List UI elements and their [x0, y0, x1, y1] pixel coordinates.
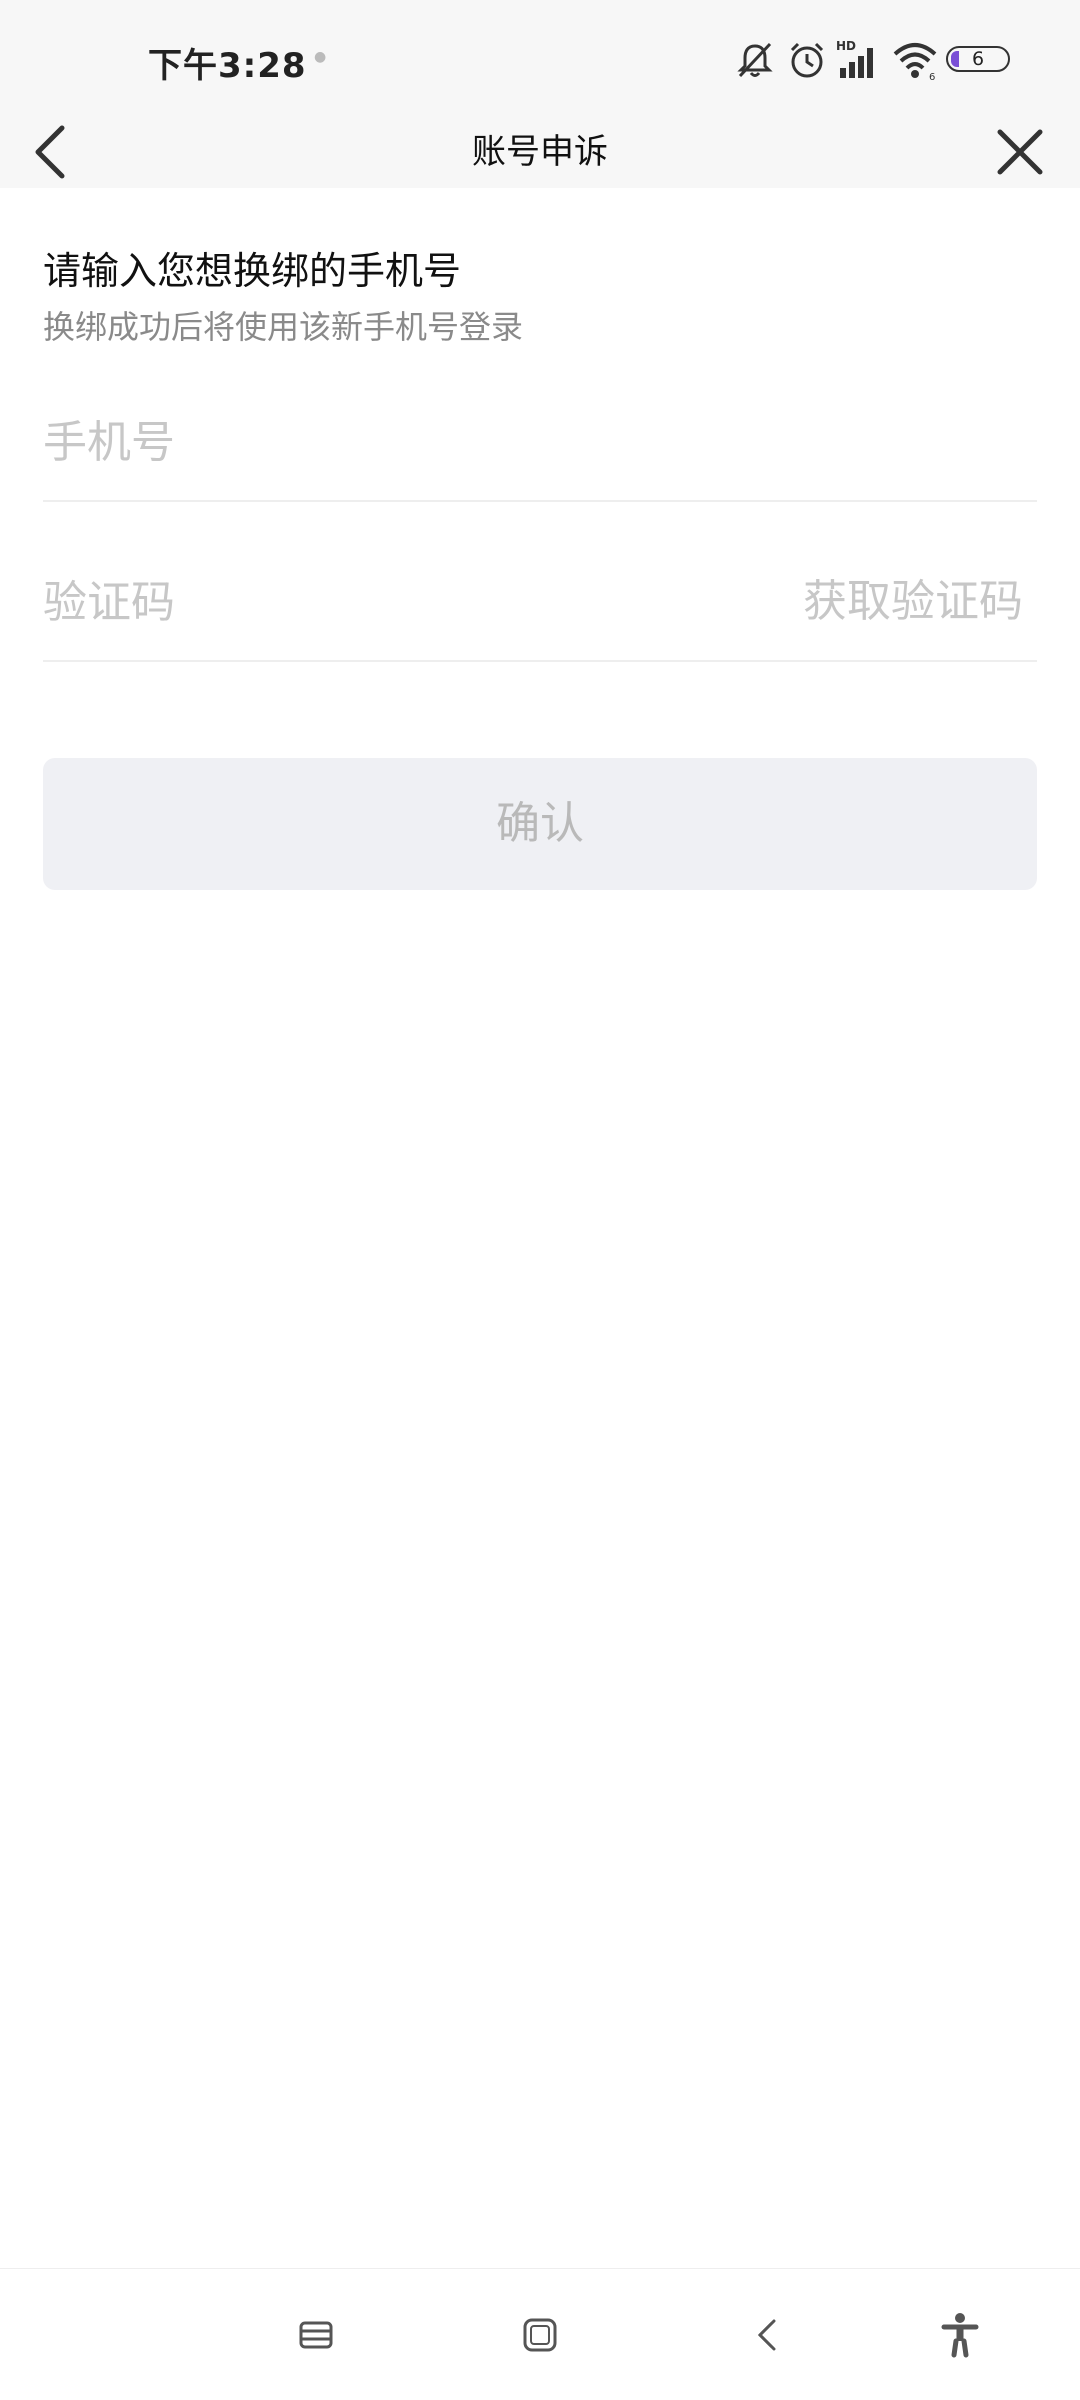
battery-icon: 6 — [946, 46, 1010, 72]
chevron-left-icon — [35, 125, 65, 179]
alarm-icon — [790, 42, 824, 78]
status-bar: 下午3:28 ● HD 6 6 — [0, 0, 1080, 116]
nav-back-button[interactable] — [738, 2305, 798, 2365]
back-button[interactable] — [24, 116, 88, 188]
back-icon — [757, 2319, 776, 2351]
get-code-button[interactable]: 获取验证码 — [803, 572, 1023, 632]
form-heading: 请输入您想换绑的手机号 — [43, 249, 462, 293]
confirm-button[interactable]: 确认 — [43, 758, 1037, 890]
battery-level: 6 — [971, 48, 985, 70]
nav-accessibility-button[interactable] — [930, 2305, 990, 2365]
phone-input[interactable] — [43, 412, 743, 472]
mute-bell-icon — [737, 42, 773, 78]
page-title: 账号申诉 — [472, 132, 608, 172]
status-time: 下午3:28 — [148, 46, 307, 86]
svg-text:6: 6 — [929, 72, 935, 80]
nav-menu-button[interactable] — [286, 2305, 346, 2365]
home-icon — [523, 2318, 557, 2352]
verification-code-input[interactable] — [43, 572, 743, 632]
menu-icon — [299, 2321, 333, 2349]
code-field: 获取验证码 — [43, 542, 1037, 662]
nav-home-button[interactable] — [510, 2305, 570, 2365]
account-appeal-screen: 下午3:28 ● HD 6 6 账号申诉 请输入您想换绑的手机号 换绑成功后将使… — [0, 0, 1080, 2400]
system-nav-bar — [0, 2268, 1080, 2400]
close-icon — [997, 129, 1043, 175]
title-bar: 账号申诉 — [0, 116, 1080, 188]
form-subheading: 换绑成功后将使用该新手机号登录 — [43, 308, 524, 346]
hd-signal-icon: HD — [836, 39, 873, 78]
wifi-icon: 6 — [893, 43, 937, 80]
close-button[interactable] — [984, 116, 1056, 188]
accessibility-icon — [941, 2313, 979, 2358]
phone-field — [43, 382, 1037, 502]
svg-text:HD: HD — [836, 39, 856, 53]
notification-dot-icon: ● — [314, 49, 327, 65]
